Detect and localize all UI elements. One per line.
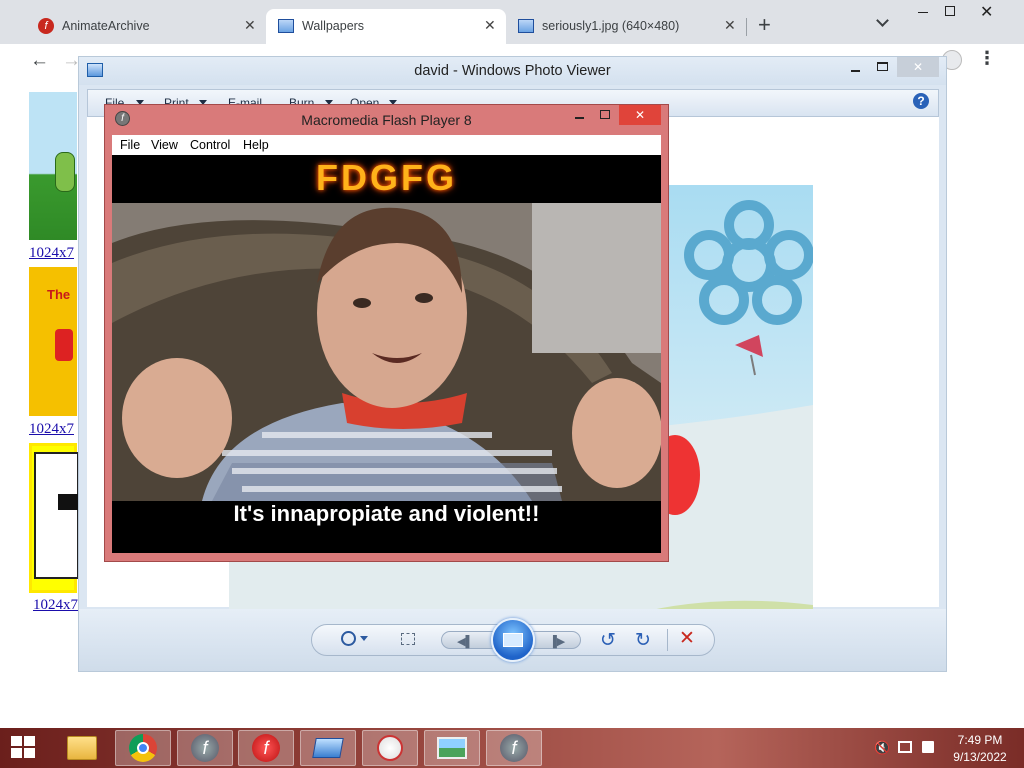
photo-viewer-title: david - Windows Photo Viewer (414, 63, 611, 79)
close-window-button[interactable]: ✕ (897, 57, 939, 77)
flash-icon: f (500, 734, 528, 762)
thumbnail-link[interactable]: 1024x7 (33, 597, 78, 614)
chrome-icon (129, 734, 157, 762)
close-icon[interactable]: ✕ (484, 17, 496, 34)
taskbar-flash-player-2[interactable]: f (486, 730, 542, 766)
tab-label: Wallpapers (302, 19, 365, 33)
thumbnail-link[interactable]: 1024x7 (29, 421, 74, 438)
tab-animatearchive[interactable]: f AnimateArchive ✕ (26, 9, 266, 44)
windows-taskbar: f f f 🔇 7:49 PM 9/13/2022 (0, 728, 1024, 768)
volume-muted-icon[interactable]: 🔇 (874, 740, 890, 756)
taskbar-flash-red[interactable]: f (238, 730, 294, 766)
folder-icon (67, 736, 97, 760)
minimize-button[interactable] (918, 12, 928, 13)
taskbar-file-explorer[interactable] (54, 730, 110, 766)
zoom-icon[interactable] (341, 631, 356, 646)
dropdown-arrow-icon[interactable] (360, 636, 368, 645)
paint-icon (377, 735, 403, 761)
tab-label: seriously1.jpg (640×480) (542, 19, 680, 33)
flash-icon: f (38, 18, 54, 34)
windows-logo-icon (11, 736, 35, 758)
taskbar-paint[interactable] (362, 730, 418, 766)
wallpaper-thumbnail[interactable]: The (29, 267, 77, 416)
video-frame (112, 203, 661, 501)
thumbnail-logo (58, 494, 78, 510)
menu-control[interactable]: Control (190, 138, 230, 152)
chevron-down-icon[interactable] (876, 14, 889, 27)
flash-stage[interactable]: FDGFG It's innapropiate and violent!! (112, 155, 661, 553)
window-icon (312, 738, 344, 758)
banner-title: FDGFG (316, 157, 457, 198)
cartoon-figure (55, 329, 73, 361)
menu-help[interactable]: Help (243, 138, 269, 152)
image-icon (278, 19, 294, 33)
next-icon[interactable]: ▐▶ (549, 635, 565, 648)
taskbar-photo-viewer[interactable] (424, 730, 480, 766)
actual-size-icon[interactable] (401, 633, 415, 645)
photo-viewer-titlebar[interactable]: david - Windows Photo Viewer ✕ (79, 57, 946, 85)
tab-seriously1[interactable]: seriously1.jpg (640×480) ✕ (506, 9, 746, 44)
clock-time[interactable]: 7:49 PM (940, 733, 1020, 747)
wallpaper-thumbnail[interactable] (29, 92, 77, 240)
taskbar-chrome[interactable] (115, 730, 171, 766)
new-tab-button[interactable]: + (758, 12, 771, 38)
delete-icon[interactable]: ✕ (679, 627, 695, 650)
close-window-button[interactable]: ✕ (619, 105, 661, 125)
taskbar-app-blue[interactable] (300, 730, 356, 766)
close-icon[interactable]: ✕ (724, 17, 736, 34)
flash-icon: f (191, 734, 219, 762)
webcam-scene (112, 203, 661, 501)
clock-date[interactable]: 9/13/2022 (940, 750, 1020, 764)
help-icon[interactable]: ? (913, 93, 929, 109)
start-button[interactable] (8, 736, 38, 760)
back-arrow-icon[interactable]: ← (30, 50, 49, 72)
maximize-button[interactable] (600, 110, 610, 119)
wallpaper-thumbnail[interactable] (29, 443, 79, 593)
tab-divider (746, 18, 747, 36)
previous-icon[interactable]: ◀▌ (457, 635, 473, 648)
rotate-counterclockwise-icon[interactable]: ↺ (600, 629, 616, 652)
network-icon[interactable] (898, 741, 912, 753)
photo-viewer-controls: ◀▌ ▐▶ ↺ ↻ ✕ (79, 609, 946, 671)
minimize-button[interactable] (575, 117, 584, 119)
maximize-button[interactable] (945, 6, 955, 16)
tab-label: AnimateArchive (62, 19, 150, 33)
thumbnail-link[interactable]: 1024x7 (29, 245, 74, 262)
thumbnail-art: The (47, 287, 71, 302)
video-caption: It's innapropiate and violent!! (233, 501, 540, 526)
image-icon (437, 737, 467, 759)
flash-icon: f (252, 734, 280, 762)
thumbnail-art (34, 452, 79, 579)
browser-tab-strip: f AnimateArchive ✕ Wallpapers ✕ seriousl… (0, 0, 1024, 44)
control-divider (667, 629, 668, 651)
close-icon[interactable]: ✕ (244, 17, 256, 34)
image-icon (518, 19, 534, 33)
flash-player-window: f Macromedia Flash Player 8 ✕ File View … (104, 104, 669, 562)
kebab-menu-icon[interactable]: ⋮ (978, 48, 996, 69)
menu-view[interactable]: View (151, 138, 178, 152)
maximize-button[interactable] (877, 62, 888, 71)
flash-player-menubar: File View Control Help (112, 135, 661, 155)
menu-file[interactable]: File (120, 138, 140, 152)
rotate-clockwise-icon[interactable]: ↻ (635, 629, 651, 652)
flash-player-title: Macromedia Flash Player 8 (301, 112, 472, 128)
action-center-icon[interactable] (922, 741, 934, 753)
cartoon-figure (55, 152, 75, 192)
slideshow-icon (503, 633, 523, 647)
tab-wallpapers[interactable]: Wallpapers ✕ (266, 9, 506, 44)
minimize-button[interactable] (851, 70, 860, 72)
close-window-button[interactable]: ✕ (980, 2, 993, 22)
flash-player-titlebar[interactable]: f Macromedia Flash Player 8 ✕ (105, 105, 668, 131)
taskbar-flash-player[interactable]: f (177, 730, 233, 766)
